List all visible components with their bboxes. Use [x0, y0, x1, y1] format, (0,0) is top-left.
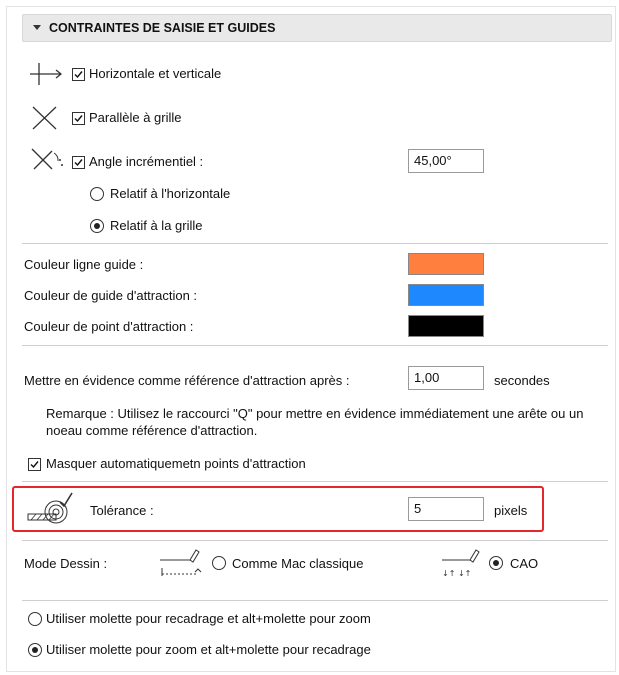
highlight-after-label: Mettre en évidence comme référence d'att… [24, 373, 350, 388]
relative-grid-radio[interactable] [90, 219, 104, 233]
svg-text:↓↑ ↓↑: ↓↑ ↓↑ [442, 569, 471, 578]
tolerance-input[interactable]: 5 [408, 497, 484, 521]
attraction-point-color-swatch[interactable] [408, 315, 484, 337]
relative-grid-label: Relatif à la grille [110, 218, 203, 233]
collapse-triangle-icon[interactable] [33, 25, 41, 30]
guide-line-color-label: Couleur ligne guide : [24, 257, 144, 272]
auto-hide-checkbox[interactable] [28, 458, 41, 471]
divider [22, 481, 608, 482]
horizontal-vertical-checkbox[interactable] [72, 68, 85, 81]
incremental-angle-label: Angle incrémentiel : [89, 154, 204, 169]
tolerance-target-icon [26, 490, 78, 526]
divider [22, 345, 608, 346]
incremental-angle-checkbox[interactable] [72, 156, 85, 169]
mac-classic-radio[interactable] [212, 556, 226, 570]
horizontal-vertical-icon [28, 60, 64, 86]
wheel-pan-radio[interactable] [28, 612, 42, 626]
divider [22, 600, 608, 601]
settings-panel [6, 6, 616, 672]
parallel-grid-label: Parallèle à grille [89, 110, 182, 125]
attraction-point-color-label: Couleur de point d'attraction : [24, 319, 194, 334]
guide-line-color-swatch[interactable] [408, 253, 484, 275]
attraction-guide-color-swatch[interactable] [408, 284, 484, 306]
auto-hide-label: Masquer automatiquemetn points d'attract… [46, 456, 306, 471]
highlight-delay-input[interactable]: 1,00 [408, 366, 484, 390]
draw-mode-label: Mode Dessin : [24, 556, 108, 571]
divider [22, 243, 608, 244]
relative-horizontal-radio[interactable] [90, 187, 104, 201]
shortcut-note: Remarque : Utilisez le raccourci "Q" pou… [46, 406, 584, 438]
section-title: CONTRAINTES DE SAISIE ET GUIDES [49, 21, 276, 35]
relative-horizontal-label: Relatif à l'horizontale [110, 186, 231, 201]
seconds-unit: secondes [494, 373, 550, 388]
cad-radio[interactable] [489, 556, 503, 570]
section-header[interactable]: CONTRAINTES DE SAISIE ET GUIDES [22, 14, 612, 42]
wheel-pan-label: Utiliser molette pour recadrage et alt+m… [46, 611, 371, 626]
parallel-grid-icon [30, 104, 60, 132]
attraction-guide-color-label: Couleur de guide d'attraction : [24, 288, 198, 303]
mac-classic-label: Comme Mac classique [232, 556, 364, 571]
incremental-angle-icon [28, 145, 68, 173]
horizontal-vertical-label: Horizontale et verticale [89, 66, 222, 81]
parallel-grid-checkbox[interactable] [72, 112, 85, 125]
tolerance-label: Tolérance : [90, 503, 154, 518]
wheel-zoom-radio[interactable] [28, 643, 42, 657]
pixels-unit: pixels [494, 503, 528, 518]
wheel-zoom-label: Utiliser molette pour zoom et alt+molett… [46, 642, 371, 657]
cad-label: CAO [510, 556, 539, 571]
cad-mode-icon: ↓↑ ↓↑ [440, 548, 486, 578]
mac-classic-mode-icon [158, 548, 204, 578]
divider [22, 540, 608, 541]
angle-input[interactable]: 45,00° [408, 149, 484, 173]
